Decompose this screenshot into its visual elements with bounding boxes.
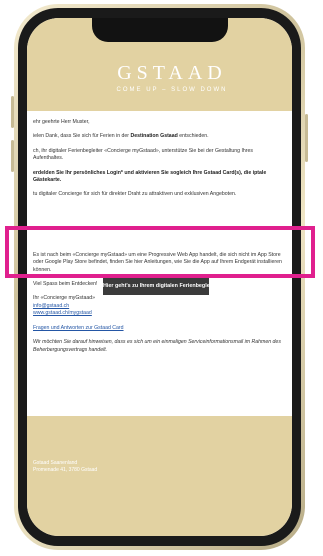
p1-suffix: entschieden. (177, 133, 209, 140)
cta-button[interactable]: Hier geht's zu Ihrem digitalen Ferienbeg… (103, 277, 219, 295)
signature: Ihr «Concierge myGstaad» info@gstaad.ch … (33, 295, 284, 317)
email-footer: Gstaad Saanenland Promenade 41, 3780 Gst… (27, 416, 292, 536)
phone-notch (91, 18, 228, 42)
highlight-box (5, 226, 315, 278)
signature-name: Ihr «Concierge myGstaad» (33, 295, 95, 302)
gstaad-logo: GSTAAD COME UP – SLOW DOWN (97, 62, 247, 93)
p1-bold: Destination Gstaad (130, 133, 178, 140)
p3-bold: erdelden Sie Ihr persönliches Login* und… (33, 169, 267, 184)
faq-link[interactable]: Fragen und Antworten zur Gstaad Card (33, 325, 124, 331)
footer-line-1: Gstaad Saanenland (33, 460, 78, 466)
paragraph-concierge: ch, ihr digitaler Ferienbegleiter «Conci… (33, 147, 254, 162)
email-link[interactable]: info@gstaad.ch (33, 303, 69, 309)
paragraph-login: erdelden Sie Ihr persönliches Login* und… (33, 170, 284, 185)
paragraph-destination: ielen Dank, dass Sie sich für Ferien in … (33, 133, 284, 140)
footer-address: Gstaad Saanenland Promenade 41, 3780 Gst… (33, 460, 97, 474)
phone-side-button (11, 96, 14, 128)
phone-side-button (305, 114, 308, 162)
disclaimer: Wir möchten Sie darauf hinweisen, dass e… (33, 339, 281, 353)
phone-side-button (11, 140, 14, 172)
greeting: ehr geehrte Herr Muster, (33, 119, 90, 125)
website-link[interactable]: www.gstaad.ch/mygstaad (33, 310, 92, 316)
cta-label: Hier geht's zu Ihrem digitalen Ferienbeg… (103, 283, 219, 289)
p1-text: ielen Dank, dass Sie sich für Ferien in … (33, 133, 131, 140)
logo-tagline: COME UP – SLOW DOWN (116, 87, 228, 93)
footer-line-2: Promenade 41, 3780 Gstaad (33, 467, 98, 473)
paragraph-offers: tu digitaler Concierge für sich für dire… (33, 191, 237, 198)
logo-title: GSTAAD (117, 62, 227, 84)
